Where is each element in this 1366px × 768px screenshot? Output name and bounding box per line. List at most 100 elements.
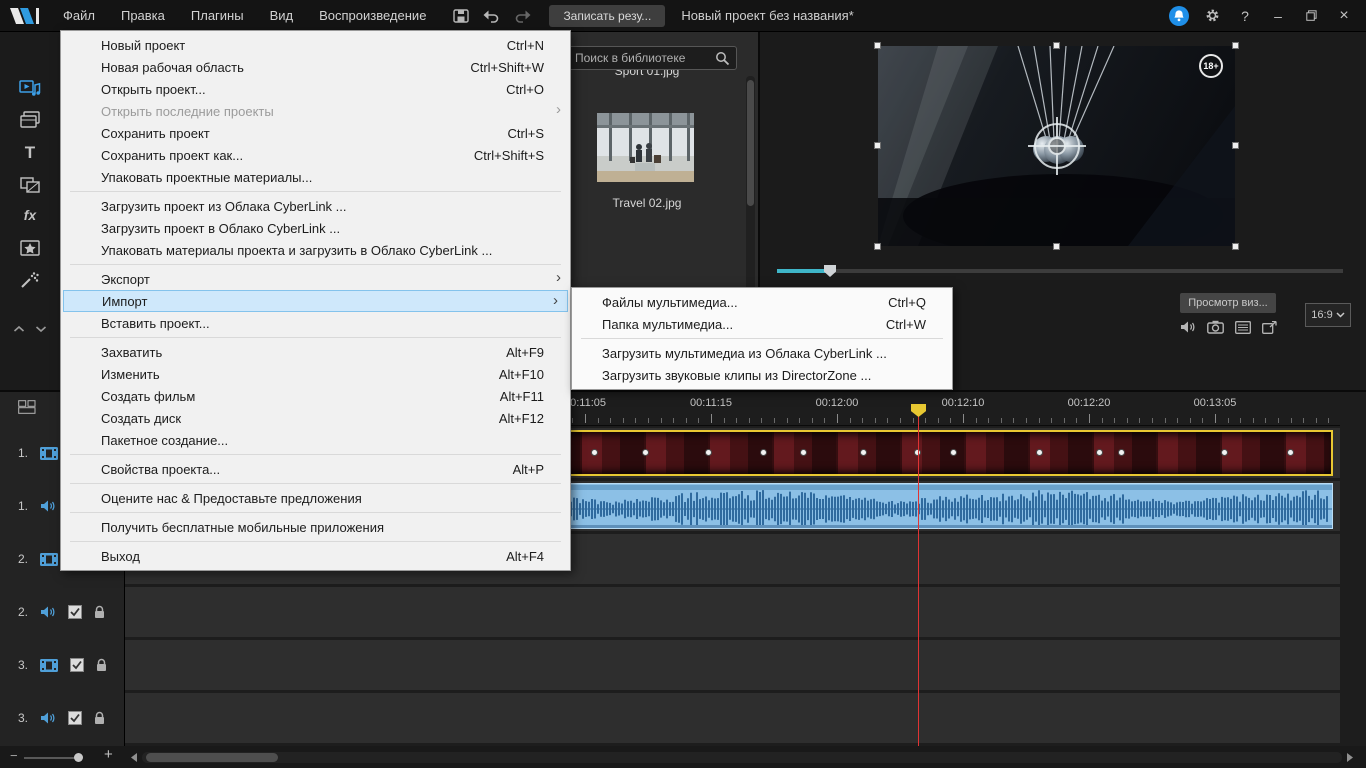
timeline-scrollbar[interactable] <box>142 752 1342 763</box>
menu-item[interactable]: Импорт › <box>63 290 568 312</box>
track-lock-icon[interactable] <box>95 658 108 672</box>
timeline-scrollbar-thumb[interactable] <box>146 753 278 762</box>
selection-handle[interactable] <box>1052 42 1060 49</box>
keyframe-marker[interactable] <box>705 449 713 456</box>
help-icon[interactable]: ? <box>1235 6 1255 26</box>
menu-item[interactable]: Создать диск Alt+F12 <box>61 407 570 429</box>
selection-handle[interactable] <box>874 142 881 149</box>
volume-icon[interactable] <box>1180 320 1196 334</box>
keyframe-marker[interactable] <box>1095 449 1103 456</box>
selection-handle[interactable] <box>874 42 881 49</box>
library-scrollbar-thumb[interactable] <box>747 80 754 206</box>
keyframe-marker[interactable] <box>1036 449 1044 456</box>
keyframe-marker[interactable] <box>760 449 768 456</box>
menu-item[interactable]: Упаковать материалы проекта и загрузить … <box>61 239 570 261</box>
search-icon[interactable] <box>715 51 730 66</box>
menu-item[interactable]: Загрузить звуковые клипы из DirectorZone… <box>572 364 952 386</box>
library-item-thumbnail[interactable] <box>597 113 694 182</box>
selection-handle[interactable] <box>1052 243 1060 250</box>
menu-item[interactable]: Файлы мультимедиа... Ctrl+Q <box>572 291 952 313</box>
menu-item[interactable]: Получить бесплатные мобильные приложения <box>61 516 570 538</box>
notification-bell-icon[interactable] <box>1169 5 1189 26</box>
menu-item[interactable]: Свойства проекта... Alt+P <box>61 458 570 480</box>
timeline-track-lane[interactable] <box>125 693 1340 743</box>
track-audio-icon[interactable] <box>40 711 56 725</box>
selection-handle[interactable] <box>1232 142 1239 149</box>
particle-room-icon[interactable] <box>15 268 45 292</box>
keyframe-marker[interactable] <box>859 449 867 456</box>
rooms-scroll-down-button[interactable] <box>35 320 47 338</box>
track-audio-icon[interactable] <box>40 499 56 513</box>
menu-item[interactable]: Загрузить проект из Облака CyberLink ... <box>61 195 570 217</box>
menubar-menu-1[interactable]: Правка <box>108 0 178 32</box>
effect-room-icon[interactable]: fx <box>15 203 45 227</box>
preview-quality-button[interactable]: Просмотр виз... <box>1180 293 1276 313</box>
keyframe-marker[interactable] <box>949 449 957 456</box>
zoom-out-icon[interactable]: − <box>10 748 18 763</box>
menu-item[interactable]: Вставить проект... <box>61 312 570 334</box>
save-icon[interactable] <box>453 8 470 23</box>
menu-item[interactable]: Пакетное создание... <box>61 429 570 451</box>
close-icon[interactable]: × <box>1334 6 1354 26</box>
produce-window-icon[interactable] <box>1262 320 1277 334</box>
zoom-slider[interactable] <box>24 757 80 759</box>
title-room-icon[interactable]: T <box>15 141 45 165</box>
transition-room-icon[interactable] <box>15 173 45 197</box>
menu-item[interactable]: Новый проект Ctrl+N <box>61 34 570 56</box>
track-enable-checkbox[interactable] <box>68 711 82 725</box>
menu-item[interactable]: Создать фильм Alt+F11 <box>61 385 570 407</box>
menu-item[interactable]: Загрузить проект в Облако CyberLink ... <box>61 217 570 239</box>
menubar-menu-4[interactable]: Воспроизведение <box>306 0 439 32</box>
seekbar-handle[interactable] <box>824 265 836 277</box>
selection-handle[interactable] <box>1232 243 1239 250</box>
media-room-icon[interactable] <box>15 76 45 100</box>
track-audio-icon[interactable] <box>40 605 56 619</box>
menu-item[interactable]: Загрузить мультимедиа из Облака CyberLin… <box>572 342 952 364</box>
menu-item[interactable]: Выход Alt+F4 <box>61 545 570 567</box>
template-room-icon[interactable] <box>15 108 45 132</box>
menu-item[interactable]: Сохранить проект как... Ctrl+Shift+S <box>61 144 570 166</box>
zoom-slider-handle[interactable] <box>74 753 83 762</box>
details-icon[interactable] <box>1235 320 1251 334</box>
track-enable-checkbox[interactable] <box>68 605 82 619</box>
keyframe-marker[interactable] <box>591 449 599 456</box>
keyframe-marker[interactable] <box>1286 449 1294 456</box>
selection-handle[interactable] <box>1232 42 1239 49</box>
preview-seekbar[interactable] <box>777 265 1343 277</box>
library-search-input[interactable]: Поиск в библиотеке <box>565 46 737 70</box>
redo-icon[interactable] <box>514 9 531 23</box>
menu-item[interactable]: Изменить Alt+F10 <box>61 363 570 385</box>
menu-item[interactable]: Сохранить проект Ctrl+S <box>61 122 570 144</box>
keyframe-marker[interactable] <box>799 449 807 456</box>
menu-item[interactable]: Новая рабочая область Ctrl+Shift+W <box>61 56 570 78</box>
timeline-track-lane[interactable] <box>125 640 1340 690</box>
snapshot-camera-icon[interactable] <box>1207 320 1224 334</box>
selection-handle[interactable] <box>874 243 881 250</box>
menu-item[interactable]: Захватить Alt+F9 <box>61 341 570 363</box>
menubar-menu-0[interactable]: Файл <box>50 0 108 32</box>
menu-item[interactable]: Открыть проект... Ctrl+O <box>61 78 570 100</box>
track-lock-icon[interactable] <box>93 711 106 725</box>
zoom-in-icon[interactable]: + <box>104 746 113 763</box>
overlay-room-icon[interactable] <box>15 236 45 260</box>
keyframe-marker[interactable] <box>1220 449 1228 456</box>
aspect-ratio-select[interactable]: 16:9 <box>1305 303 1351 327</box>
record-result-button[interactable]: Записать резу... <box>549 4 666 27</box>
maximize-icon[interactable] <box>1301 6 1321 26</box>
track-video-icon[interactable] <box>40 658 58 672</box>
track-lock-icon[interactable] <box>93 605 106 619</box>
track-enable-checkbox[interactable] <box>70 658 84 672</box>
preview-video[interactable]: 18+ <box>874 42 1239 258</box>
track-manager-button[interactable] <box>18 400 36 414</box>
settings-gear-icon[interactable] <box>1202 6 1222 26</box>
scroll-left-arrow[interactable] <box>130 752 138 763</box>
track-video-icon[interactable] <box>40 552 58 566</box>
minimize-icon[interactable]: – <box>1268 6 1288 26</box>
track-video-icon[interactable] <box>40 446 58 460</box>
menu-item[interactable]: Открыть последние проекты › <box>61 100 570 122</box>
keyframe-marker[interactable] <box>1117 449 1125 456</box>
rooms-scroll-up-button[interactable] <box>13 320 25 338</box>
menubar-menu-3[interactable]: Вид <box>257 0 307 32</box>
move-gizmo[interactable] <box>1027 117 1086 175</box>
menu-item[interactable]: Экспорт › <box>61 268 570 290</box>
